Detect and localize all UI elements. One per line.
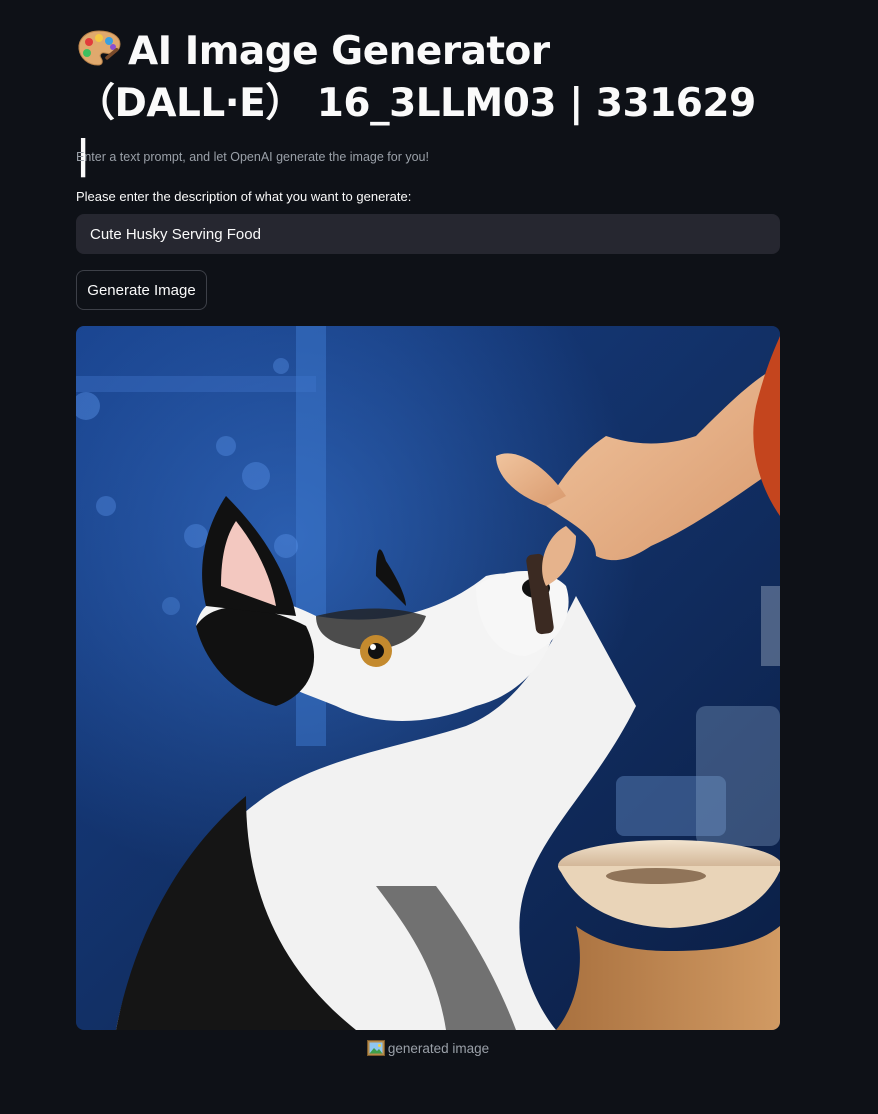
prompt-input[interactable] bbox=[76, 214, 780, 254]
image-caption: generated image bbox=[76, 1040, 780, 1056]
page-subtitle: Enter a text prompt, and let OpenAI gene… bbox=[76, 150, 429, 164]
framed-picture-icon bbox=[366, 1040, 385, 1056]
artist-palette-icon bbox=[78, 30, 121, 66]
prompt-input-label: Please enter the description of what you… bbox=[76, 189, 412, 204]
generated-image bbox=[76, 326, 780, 1030]
generated-image-picture bbox=[76, 326, 780, 1030]
generate-image-button[interactable]: Generate Image bbox=[76, 270, 207, 310]
